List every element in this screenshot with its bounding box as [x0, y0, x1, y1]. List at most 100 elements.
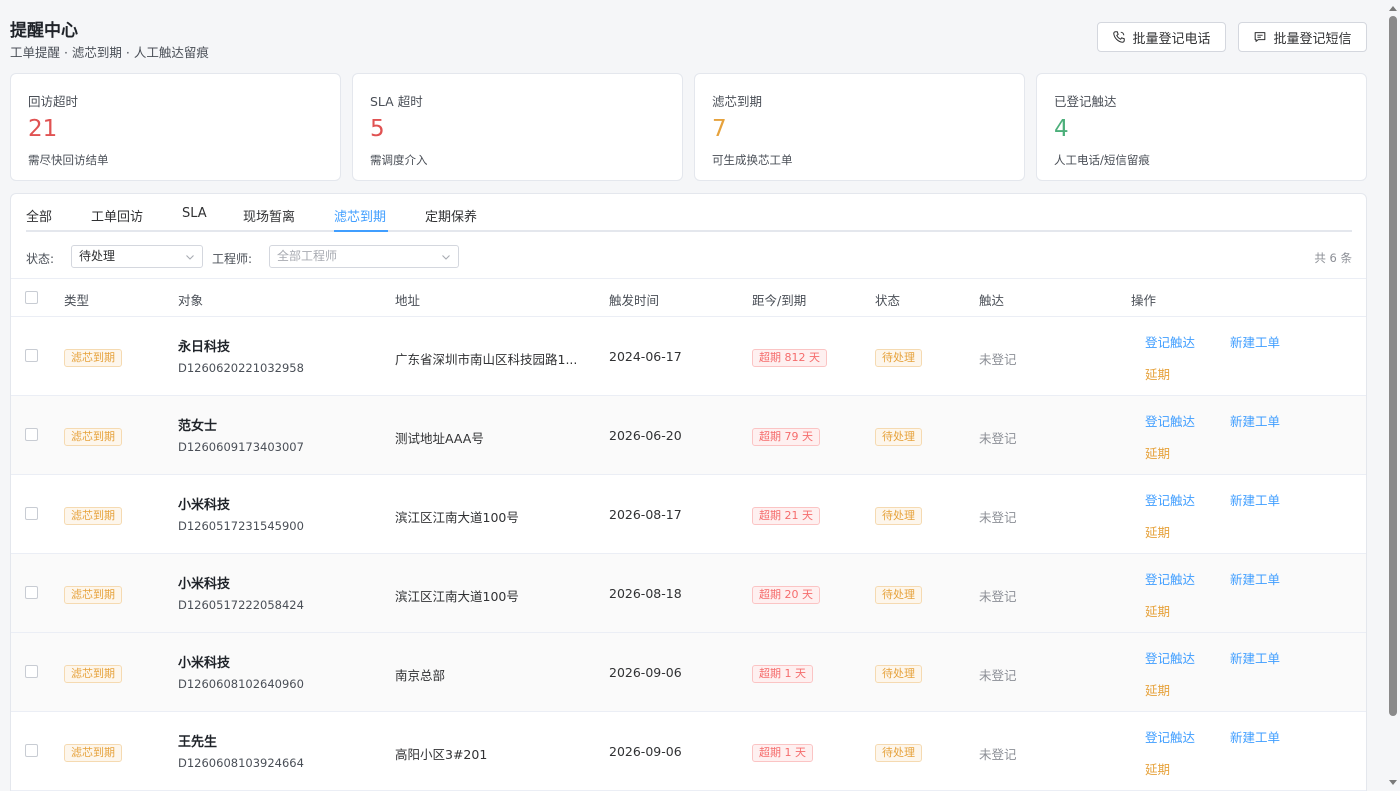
- page-scrollbar[interactable]: [1386, 0, 1400, 791]
- type-tag: 滤芯到期: [64, 507, 122, 525]
- tab-maintenance[interactable]: 定期保养: [425, 206, 477, 225]
- column-header: 触发时间: [609, 293, 660, 308]
- new-order-link[interactable]: 新建工单: [1230, 648, 1280, 667]
- object-id: D1260608102640960: [178, 677, 304, 691]
- overdue-tag: 超期 812 天: [752, 349, 827, 367]
- type-tag: 滤芯到期: [64, 744, 122, 762]
- reminder-panel: 全部 工单回访 SLA 现场暂离 滤芯到期 定期保养 状态: 待处理 工程师: …: [10, 193, 1367, 791]
- column-header: 对象: [178, 293, 204, 308]
- message-icon: [1255, 32, 1266, 42]
- table-row: 滤芯到期 范女士 D1260609173403007 测试地址AAA号 2026…: [11, 396, 1366, 475]
- register-reach-link[interactable]: 登记触达: [1145, 411, 1195, 430]
- active-tab-indicator: [334, 230, 388, 232]
- select-all-checkbox[interactable]: [25, 291, 38, 304]
- engineer-select-placeholder: 全部工程师: [277, 249, 338, 263]
- type-tag: 滤芯到期: [64, 428, 122, 446]
- chevron-down-icon: [186, 255, 194, 260]
- scroll-up-arrow-icon[interactable]: [1389, 6, 1397, 11]
- engineer-select[interactable]: 全部工程师: [269, 245, 459, 268]
- overdue-tag: 超期 1 天: [752, 665, 813, 683]
- table-row: 滤芯到期 小米科技 D1260517222058424 滨江区江南大道100号 …: [11, 554, 1366, 633]
- table-row: 滤芯到期 小米科技 D1260517231545900 滨江区江南大道100号 …: [11, 475, 1366, 554]
- row-checkbox[interactable]: [25, 507, 38, 520]
- tab-onsite-leave[interactable]: 现场暂离: [243, 206, 295, 225]
- status-tag: 待处理: [875, 349, 922, 367]
- stat-card-registered-reach[interactable]: 已登记触达 4 人工电话/短信留痕: [1036, 73, 1367, 181]
- status-tag: 待处理: [875, 744, 922, 762]
- extend-link[interactable]: 延期: [1145, 522, 1170, 541]
- new-order-link[interactable]: 新建工单: [1230, 411, 1280, 430]
- extend-link[interactable]: 延期: [1145, 443, 1170, 462]
- tab-order-visit[interactable]: 工单回访: [91, 206, 143, 225]
- column-header: 距今/到期: [752, 293, 807, 308]
- address: 高阳小区3#201: [395, 747, 488, 762]
- extend-link[interactable]: 延期: [1145, 601, 1170, 620]
- address: 滨江区江南大道100号: [395, 510, 519, 525]
- object-id: D1260609173403007: [178, 440, 304, 454]
- reach-status: 未登记: [979, 747, 1017, 762]
- stat-card-desc: 需尽快回访结单: [28, 153, 109, 167]
- stat-card-label: SLA 超时: [370, 94, 423, 109]
- row-checkbox[interactable]: [25, 665, 38, 678]
- stat-card-visit-timeout[interactable]: 回访超时 21 需尽快回访结单: [10, 73, 341, 181]
- stat-card-label: 已登记触达: [1054, 94, 1117, 109]
- tab-all[interactable]: 全部: [26, 206, 52, 225]
- status-tag: 待处理: [875, 665, 922, 683]
- overdue-tag: 超期 20 天: [752, 586, 820, 604]
- address: 滨江区江南大道100号: [395, 589, 519, 604]
- row-checkbox[interactable]: [25, 428, 38, 441]
- stat-card-desc: 人工电话/短信留痕: [1054, 153, 1150, 167]
- object-name: 王先生: [178, 735, 218, 750]
- stat-card-value: 21: [28, 116, 58, 142]
- table-header: 类型 对象 地址 触发时间 距今/到期 状态 触达 操作: [11, 278, 1366, 317]
- scroll-down-arrow-icon[interactable]: [1389, 780, 1397, 785]
- type-tag: 滤芯到期: [64, 665, 122, 683]
- reach-status: 未登记: [979, 589, 1017, 604]
- trigger-time: 2026-08-17: [609, 507, 682, 522]
- filter-bar: 状态: 待处理 工程师: 全部工程师 共 6 条: [26, 245, 1352, 269]
- stat-card-value: 4: [1054, 116, 1069, 142]
- table-row: 滤芯到期 小米科技 D1260608102640960 南京总部 2026-09…: [11, 633, 1366, 712]
- page-header: 提醒中心 工单提醒 · 滤芯到期 · 人工触达留痕 批量登记电话 批量登记短信: [10, 14, 1367, 64]
- tab-filter-expiry[interactable]: 滤芯到期: [334, 206, 386, 225]
- extend-link[interactable]: 延期: [1145, 759, 1170, 778]
- new-order-link[interactable]: 新建工单: [1230, 569, 1280, 588]
- tab-sla[interactable]: SLA: [182, 206, 207, 221]
- batch-register-sms-label: 批量登记短信: [1273, 31, 1352, 47]
- extend-link[interactable]: 延期: [1145, 680, 1170, 699]
- type-tag: 滤芯到期: [64, 349, 122, 367]
- table-row: 滤芯到期 王先生 D1260608103924664 高阳小区3#201 202…: [11, 712, 1366, 791]
- stat-card-sla-timeout[interactable]: SLA 超时 5 需调度介入: [352, 73, 683, 181]
- stat-card-desc: 需调度介入: [370, 153, 428, 167]
- register-reach-link[interactable]: 登记触达: [1145, 490, 1195, 509]
- new-order-link[interactable]: 新建工单: [1230, 490, 1280, 509]
- column-header: 状态: [875, 293, 901, 308]
- new-order-link[interactable]: 新建工单: [1230, 727, 1280, 746]
- status-filter-label: 状态:: [26, 252, 55, 266]
- row-checkbox[interactable]: [25, 744, 38, 757]
- register-reach-link[interactable]: 登记触达: [1145, 332, 1195, 351]
- stat-card-value: 7: [712, 116, 727, 142]
- batch-register-phone-button[interactable]: 批量登记电话: [1097, 22, 1226, 52]
- stat-card-filter-expiry[interactable]: 滤芯到期 7 可生成换芯工单: [694, 73, 1025, 181]
- batch-register-sms-button[interactable]: 批量登记短信: [1238, 22, 1367, 52]
- row-checkbox[interactable]: [25, 349, 38, 362]
- chevron-down-icon: [442, 255, 450, 260]
- status-select[interactable]: 待处理: [71, 245, 203, 268]
- new-order-link[interactable]: 新建工单: [1230, 332, 1280, 351]
- scrollbar-thumb[interactable]: [1389, 16, 1397, 716]
- status-tag: 待处理: [875, 428, 922, 446]
- trigger-time: 2026-09-06: [609, 665, 682, 680]
- batch-register-phone-label: 批量登记电话: [1132, 31, 1211, 47]
- object-id: D1260517222058424: [178, 598, 304, 612]
- stat-cards: 回访超时 21 需尽快回访结单 SLA 超时 5 需调度介入 滤芯到期 7 可生…: [10, 73, 1367, 181]
- register-reach-link[interactable]: 登记触达: [1145, 569, 1195, 588]
- stat-card-value: 5: [370, 116, 385, 142]
- register-reach-link[interactable]: 登记触达: [1145, 727, 1195, 746]
- register-reach-link[interactable]: 登记触达: [1145, 648, 1195, 667]
- reach-status: 未登记: [979, 431, 1017, 446]
- extend-link[interactable]: 延期: [1145, 364, 1170, 383]
- reach-status: 未登记: [979, 352, 1017, 367]
- row-checkbox[interactable]: [25, 586, 38, 599]
- record-count: 共 6 条: [1314, 251, 1352, 265]
